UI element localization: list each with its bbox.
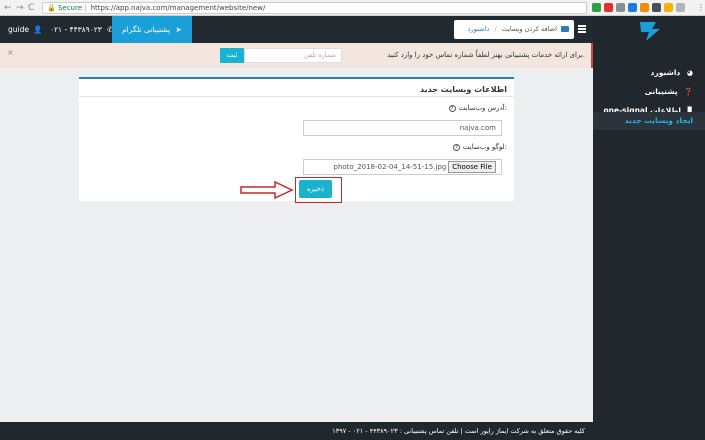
footer: ۱۳۹۷ - کلیه حقوق متعلق به شرکت ایماژ رای… [0, 422, 593, 440]
choose-file-button[interactable]: Choose File [448, 161, 496, 173]
address-label: ? آدرس وب‌سایت: [448, 104, 507, 112]
sidebar-item-dashboard[interactable]: داشبورد ◕ [593, 64, 705, 81]
browser-menu-icon[interactable]: ⋮ [697, 3, 705, 12]
sidebar-item-label: پشتیبانی [644, 87, 678, 96]
forward-icon[interactable]: → [16, 3, 24, 13]
sidebar-item-label: ایجاد وبسایت جدید [624, 116, 693, 125]
extension-icon[interactable] [592, 3, 601, 12]
telegram-support-button[interactable]: پشتیبانی تلگرام ➤ [112, 16, 192, 43]
logo-file-input[interactable]: photo_2018-02-04_14-51-15.jpg Choose File [303, 159, 502, 175]
extension-icon[interactable] [604, 3, 613, 12]
telegram-icon: ➤ [175, 25, 182, 34]
sidebar: داشبورد ◕ پشتیبانی ❓ one-signal اطلاعات … [593, 16, 705, 440]
extensions [592, 3, 685, 13]
sidebar-item-new-website[interactable]: ایجاد وبسایت جدید [593, 112, 705, 130]
save-button[interactable]: ذخیره [299, 180, 332, 198]
najva-logo [640, 22, 660, 41]
extension-icon[interactable] [628, 3, 637, 12]
secure-label: Secure [57, 4, 83, 12]
card-title: اطلاعات وبسایت جدید [419, 85, 507, 94]
sidebar-item-label: داشبورد [650, 68, 681, 77]
user-menu[interactable]: guide 👤 [8, 16, 43, 43]
divider [79, 96, 514, 97]
extension-icon[interactable] [652, 3, 661, 12]
dashboard-icon: ◕ [686, 69, 693, 77]
breadcrumb-dashboard[interactable]: داشبورد [468, 25, 490, 33]
url-text: https://app.najva.com/management/website… [90, 4, 266, 12]
support-phone: ۰۲۱ - ۴۴۳۸۹۰۲۳ ✆ [50, 16, 113, 43]
telegram-label: پشتیبانی تلگرام [122, 25, 171, 34]
sidebar-item-support[interactable]: پشتیبانی ❓ [593, 83, 705, 100]
extension-icon[interactable] [616, 3, 625, 12]
phone-input[interactable]: شماره تلفن [244, 48, 342, 63]
help-icon: ❓ [684, 88, 693, 96]
help-icon[interactable]: ? [452, 144, 460, 151]
lock-icon: 🔒 [47, 4, 56, 12]
user-label: guide [8, 25, 29, 34]
extension-icon[interactable] [640, 3, 649, 12]
phone-number: ۰۲۱ - ۴۴۳۸۹۰۲۳ [50, 25, 102, 34]
help-icon[interactable]: ? [448, 105, 456, 112]
arrow-annotation-icon [240, 181, 294, 199]
file-name: photo_2018-02-04_14-51-15.jpg [333, 163, 447, 171]
back-icon[interactable]: ← [4, 3, 12, 13]
extension-icon[interactable] [676, 3, 685, 12]
dashboard-icon [561, 26, 569, 32]
breadcrumb-add-website: اضافه کردن وبسایت [501, 25, 557, 33]
extension-icon[interactable] [664, 3, 673, 12]
reload-icon[interactable]: C [28, 3, 34, 13]
phone-submit-button[interactable]: ثبت [220, 48, 244, 63]
browser-chrome: ← → C 🔒 Secure | https://app.najva.com/ma… [0, 0, 705, 16]
user-icon: 👤 [33, 25, 43, 34]
logo-label: ? لوگو وب‌سایت: [452, 143, 507, 151]
alert-message: برای ارائه خدمات پشتیبانی بهتر لطفاً شما… [387, 51, 585, 59]
breadcrumb: اضافه کردن وبسایت / داشبورد [454, 20, 574, 39]
phone-alert: × ثبت شماره تلفن برای ارائه خدمات پشتیبا… [0, 43, 593, 68]
close-icon[interactable]: × [7, 48, 14, 57]
address-bar[interactable]: 🔒 Secure | https://app.najva.com/manageme… [42, 2, 587, 14]
website-address-input[interactable]: najva.com [303, 120, 502, 136]
menu-toggle-icon[interactable] [578, 25, 586, 33]
